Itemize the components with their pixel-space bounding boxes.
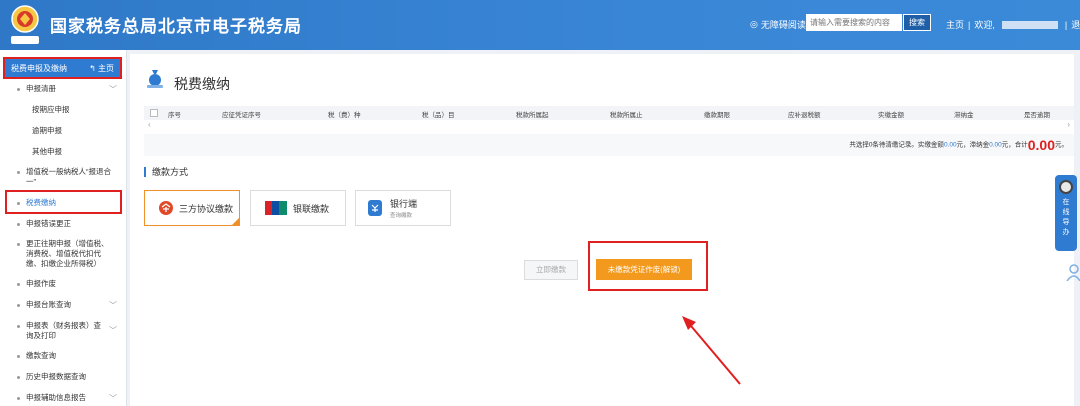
sidebar-item-scheduled[interactable]: 按期应申报 bbox=[0, 105, 127, 115]
assistant-avatar-icon bbox=[1059, 180, 1073, 194]
search-button[interactable]: 搜索 bbox=[903, 14, 931, 31]
home-link[interactable]: 主页 bbox=[946, 18, 964, 31]
online-guide-button[interactable]: 在线导办 bbox=[1055, 175, 1077, 251]
back-arrow-icon: ↰ bbox=[89, 63, 96, 73]
top-links: 主页 | 欢迎, | 退出 bbox=[946, 18, 1080, 31]
site-title: 国家税务总局北京市电子税务局 bbox=[50, 17, 302, 36]
sidebar-item-payment-query[interactable]: 缴款查询 bbox=[0, 351, 127, 361]
chevron-down-icon: ﹀ bbox=[109, 326, 117, 335]
eye-icon: ◎ bbox=[750, 19, 758, 29]
sidebar-item-past-correction[interactable]: 更正往期申报（增值税、消费税、增值税代扣代缴、扣缴企业所得税） bbox=[0, 239, 127, 269]
accessible-reading-link[interactable]: ◎ 无障碍阅读 bbox=[750, 18, 806, 31]
top-header: 国家税务总局北京市电子税务局 ◎ 无障碍阅读 搜索 主页 | 欢迎, | 退出 bbox=[0, 0, 1080, 50]
username-redacted bbox=[1001, 20, 1058, 29]
sidebar-item-report-print[interactable]: 申报表（财务报表）查询及打印 ﹀ bbox=[0, 321, 127, 341]
sidebar-item-declaration-list[interactable]: 申报清册 ﹀ bbox=[0, 84, 127, 94]
sidebar-header[interactable]: 税费申报及缴纳 ↰ 主页 bbox=[3, 57, 122, 79]
chevron-down-icon: ﹀ bbox=[109, 301, 117, 310]
sidebar-item-history[interactable]: 历史申报数据查询 bbox=[0, 372, 127, 382]
red-arrow-annotation bbox=[682, 316, 741, 385]
main-panel: 税费缴纳 序号 应征凭证序号 税（费）种 税（品）目 税款所属起 税款所属止 缴… bbox=[130, 54, 1074, 406]
highlight-box-sidebar bbox=[5, 190, 122, 214]
logout-link[interactable]: 退出 bbox=[1071, 18, 1080, 31]
sidebar-item-vat-refund[interactable]: 增值税一般纳税人“报退合一” bbox=[0, 167, 127, 187]
sidebar-item-correction[interactable]: 申报错误更正 bbox=[0, 219, 127, 229]
tax-emblem-logo bbox=[11, 5, 39, 44]
sidebar-item-ledger[interactable]: 申报台账查询 ﹀ bbox=[0, 300, 127, 310]
home-shortcut[interactable]: ↰ 主页 bbox=[89, 63, 114, 74]
sidebar-item-aux-report[interactable]: 申报辅助信息报告 ﹀ bbox=[0, 393, 127, 403]
sidebar: 税费申报及缴纳 ↰ 主页 申报清册 ﹀ 按期应申报 逾期申报 其他申报 增值税一般… bbox=[0, 50, 127, 406]
chevron-down-icon: ﹀ bbox=[109, 85, 117, 94]
sidebar-item-void[interactable]: 申报作废 bbox=[0, 279, 127, 289]
search-input[interactable] bbox=[806, 14, 902, 31]
user-icon[interactable] bbox=[1066, 263, 1080, 281]
chevron-down-icon: ﹀ bbox=[109, 394, 117, 403]
sidebar-item-overdue[interactable]: 逾期申报 bbox=[0, 126, 127, 136]
welcome-text: 欢迎, bbox=[974, 20, 995, 30]
sidebar-item-other[interactable]: 其他申报 bbox=[0, 147, 127, 157]
